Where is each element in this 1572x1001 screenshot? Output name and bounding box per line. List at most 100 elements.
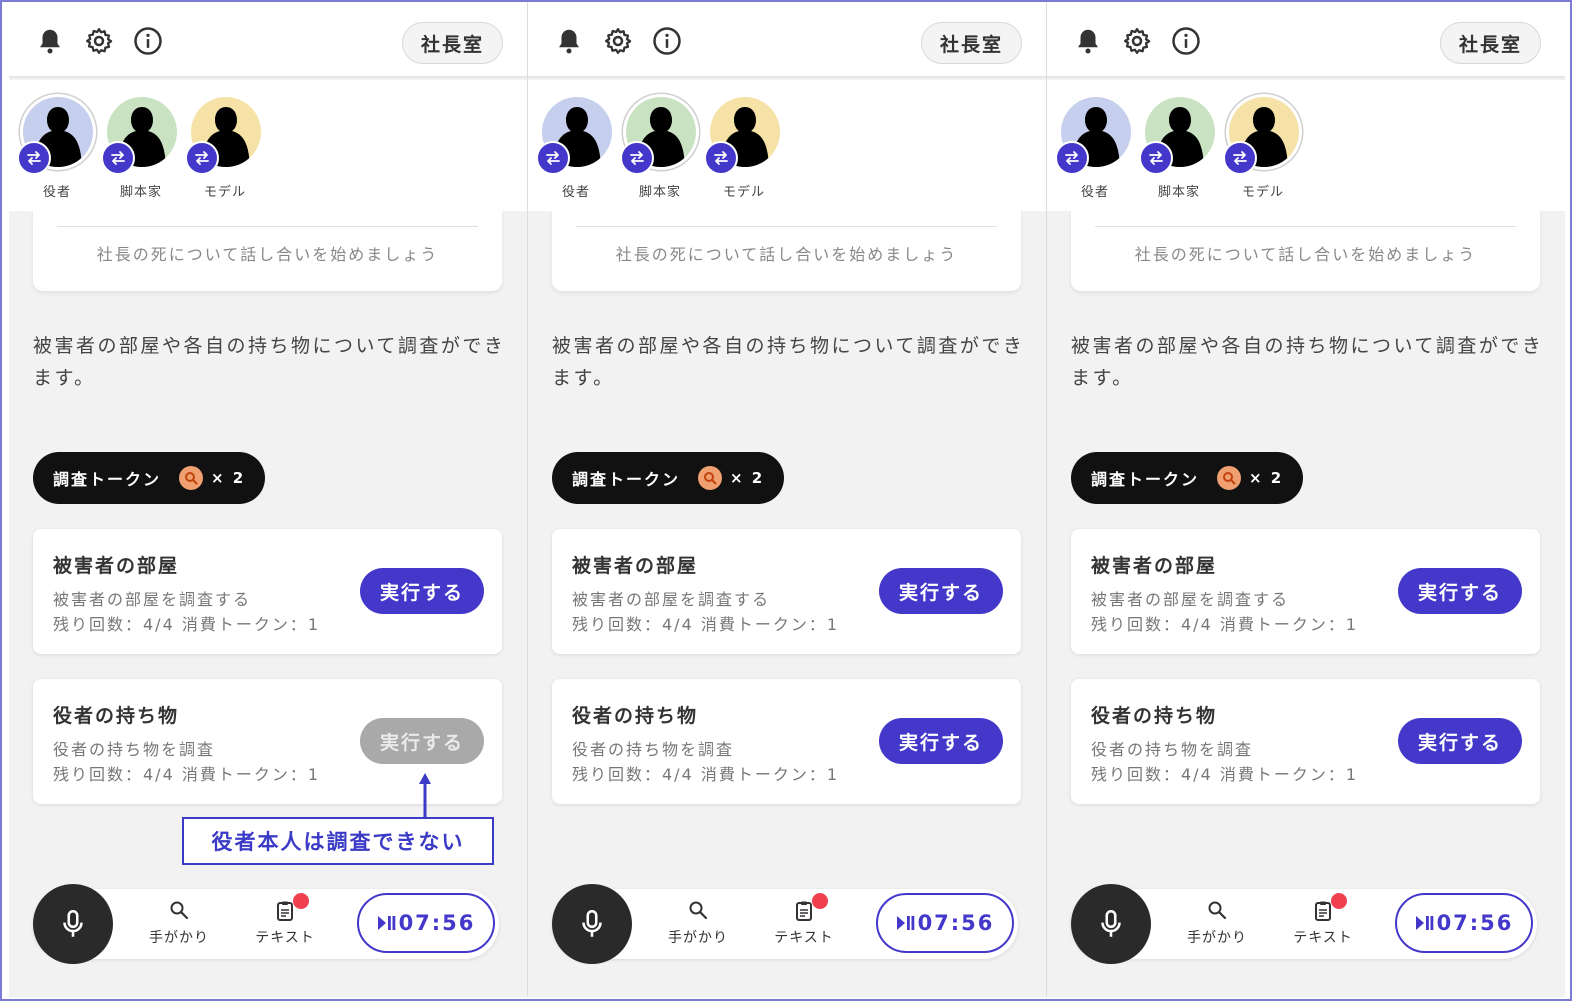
action-info: 残り回数：4/4 消費トークン：1 [572, 615, 840, 634]
character-name: 脚本家 [119, 185, 162, 200]
play-pause-icon [1415, 916, 1433, 930]
timer-button[interactable]: 07:56 [1395, 893, 1533, 953]
room-button[interactable]: 社長室 [401, 22, 503, 64]
text-tab[interactable]: テキスト [764, 893, 844, 953]
microphone-icon [1101, 909, 1121, 937]
text-tab[interactable]: テキスト [1283, 893, 1363, 953]
character-item[interactable]: モデル [704, 93, 784, 203]
character-name: モデル [722, 185, 765, 200]
message-text: 社長の死について話し合いを始めましょう [615, 245, 958, 264]
token-count: × 2 [1249, 469, 1284, 487]
action-card: 被害者の部屋 被害者の部屋を調査する 残り回数：4/4 消費トークン：1 実行す… [552, 529, 1021, 654]
info-icon[interactable] [1169, 24, 1203, 58]
annotation-arrow [419, 773, 431, 818]
timer-value: 07:56 [917, 911, 995, 935]
character-item[interactable]: モデル [1223, 93, 1303, 203]
swap-icon[interactable] [185, 141, 219, 175]
timer-button[interactable]: 07:56 [876, 893, 1014, 953]
character-list: 役者 脚本家 モデル [528, 80, 1046, 211]
text-label: テキスト [255, 930, 315, 946]
clues-tab[interactable]: 手がかり [1177, 899, 1257, 953]
action-title: 被害者の部屋 [53, 555, 180, 577]
top-bar: 社長室 [528, 2, 1046, 78]
action-card: 役者の持ち物 役者の持ち物を調査 残り回数：4/4 消費トークン：1 実行する [1071, 679, 1540, 804]
action-subtitle: 役者の持ち物を調査 [572, 740, 735, 759]
gear-icon[interactable] [1120, 24, 1154, 58]
magnifier-icon [1217, 466, 1242, 490]
message-card: 社長の死について話し合いを始めましょう [552, 211, 1021, 291]
action-info: 残り回数：4/4 消費トークン：1 [1091, 615, 1359, 634]
character-item[interactable]: 役者 [17, 93, 97, 203]
action-info: 残り回数：4/4 消費トークン：1 [53, 615, 321, 634]
character-name: 役者 [561, 185, 590, 200]
token-label: 調査トークン [572, 470, 681, 489]
swap-icon[interactable] [1223, 141, 1257, 175]
timer-value: 07:56 [1436, 911, 1514, 935]
clues-tab[interactable]: 手がかり [658, 899, 738, 953]
info-icon[interactable] [650, 24, 684, 58]
text-label: テキスト [1293, 930, 1353, 946]
swap-icon[interactable] [1139, 141, 1173, 175]
room-button[interactable]: 社長室 [920, 22, 1022, 64]
run-button[interactable]: 実行する [1398, 568, 1522, 614]
token-badge: 調査トークン × 2 [1071, 452, 1303, 504]
gear-icon[interactable] [601, 24, 635, 58]
action-info: 残り回数：4/4 消費トークン：1 [1091, 765, 1359, 784]
run-button[interactable]: 実行する [1398, 718, 1522, 764]
divider [1095, 226, 1516, 227]
gear-icon[interactable] [82, 24, 116, 58]
action-card: 被害者の部屋 被害者の部屋を調査する 残り回数：4/4 消費トークン：1 実行す… [1071, 529, 1540, 654]
character-list: 役者 脚本家 モデル [9, 80, 527, 211]
action-subtitle: 被害者の部屋を調査する [53, 590, 252, 609]
swap-icon[interactable] [1055, 141, 1089, 175]
notification-dot [1331, 893, 1347, 909]
message-text: 社長の死について話し合いを始めましょう [1134, 245, 1477, 264]
search-icon [689, 901, 708, 920]
magnifier-icon [179, 466, 204, 490]
annotation-callout: 役者本人は調査できない [182, 817, 494, 865]
token-badge: 調査トークン × 2 [33, 452, 265, 504]
run-button[interactable]: 実行する [360, 568, 484, 614]
swap-icon[interactable] [620, 141, 654, 175]
run-button[interactable]: 実行する [879, 718, 1003, 764]
character-item[interactable]: 役者 [1055, 93, 1135, 203]
character-item[interactable]: 役者 [536, 93, 616, 203]
action-card: 役者の持ち物 役者の持ち物を調査 残り回数：4/4 消費トークン：1 実行する [552, 679, 1021, 804]
clues-label: 手がかり [668, 930, 728, 946]
character-item[interactable]: 脚本家 [101, 93, 181, 203]
notification-dot [812, 893, 828, 909]
swap-icon[interactable] [536, 141, 570, 175]
clues-tab[interactable]: 手がかり [139, 899, 219, 953]
character-list: 役者 脚本家 モデル [1047, 80, 1565, 211]
game-panel: 社長室 役者 脚本家 モデル 社長の死について話し合いを始めましょう 被害者の部屋や… [528, 2, 1046, 997]
microphone-button[interactable] [1071, 884, 1151, 964]
bell-icon[interactable] [552, 24, 586, 58]
timer-button[interactable]: 07:56 [357, 893, 495, 953]
run-button[interactable]: 実行する [879, 568, 1003, 614]
swap-icon[interactable] [101, 141, 135, 175]
microphone-button[interactable] [552, 884, 632, 964]
text-tab[interactable]: テキスト [245, 893, 325, 953]
bottom-nav: 手がかり テキスト 07:56 [552, 884, 1018, 964]
clues-label: 手がかり [149, 930, 209, 946]
top-bar: 社長室 [1047, 2, 1565, 78]
character-item[interactable]: 脚本家 [1139, 93, 1219, 203]
room-button[interactable]: 社長室 [1439, 22, 1541, 64]
investigation-description: 被害者の部屋や各自の持ち物について調査ができます。 [33, 335, 506, 389]
action-title: 役者の持ち物 [53, 705, 180, 727]
swap-icon[interactable] [17, 141, 51, 175]
info-icon[interactable] [131, 24, 165, 58]
token-badge: 調査トークン × 2 [552, 452, 784, 504]
investigation-description: 被害者の部屋や各自の持ち物について調査ができます。 [1071, 335, 1544, 389]
character-name: 役者 [1080, 185, 1109, 200]
microphone-button[interactable] [33, 884, 113, 964]
character-item[interactable]: モデル [185, 93, 265, 203]
game-panel: 社長室 役者 脚本家 モデル 社長の死について話し合いを始めましょう 被害者の部屋や… [1047, 2, 1565, 997]
divider [57, 226, 478, 227]
action-subtitle: 役者の持ち物を調査 [53, 740, 216, 759]
bell-icon[interactable] [33, 24, 67, 58]
swap-icon[interactable] [704, 141, 738, 175]
character-name: 役者 [42, 185, 71, 200]
bell-icon[interactable] [1071, 24, 1105, 58]
character-item[interactable]: 脚本家 [620, 93, 700, 203]
